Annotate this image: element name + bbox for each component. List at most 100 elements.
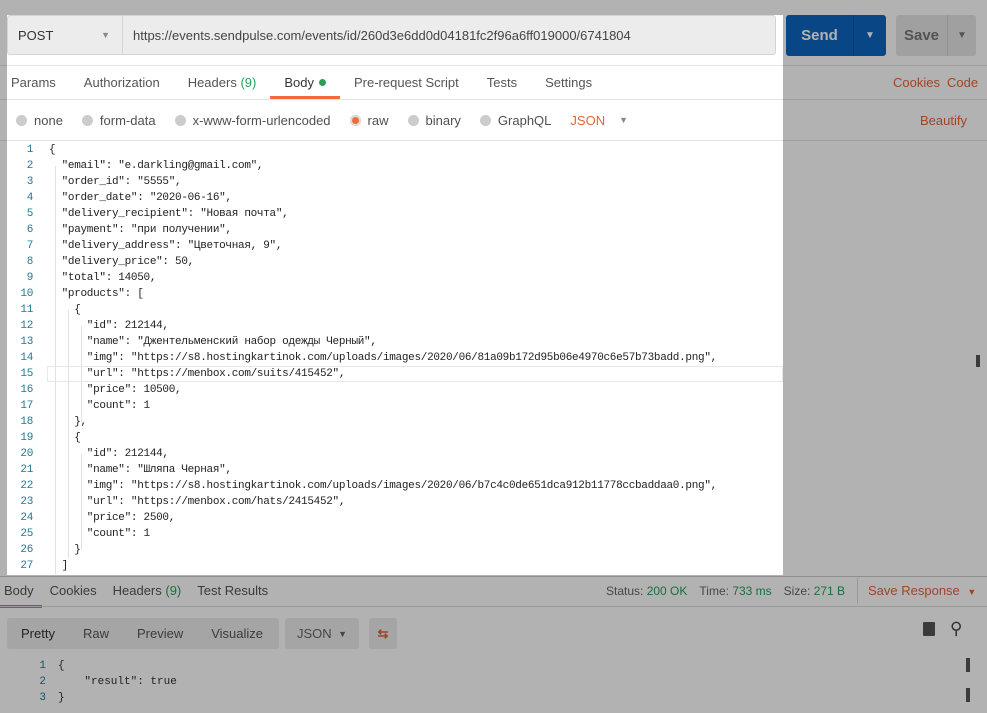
- radio-selected-icon: [349, 114, 361, 126]
- line-number: 16: [20, 384, 33, 396]
- line-number: 7: [26, 240, 34, 252]
- code-line: 1{: [7, 142, 783, 158]
- dim-overlay: [0, 15, 7, 575]
- tab-settings[interactable]: Settings: [531, 66, 606, 99]
- code-text: "count": 1: [49, 528, 150, 540]
- code-text: "img": "https://s8.hostingkartinok.com/u…: [49, 352, 717, 364]
- radio-label: none: [34, 112, 63, 128]
- code-text: "price": 10500,: [49, 384, 182, 396]
- line-number: 2: [26, 160, 34, 172]
- radio-form-data[interactable]: form-data: [81, 112, 156, 128]
- radio-icon: [81, 114, 93, 126]
- radio-icon: [16, 114, 27, 126]
- code-line: 12 "id": 212144,: [7, 318, 783, 334]
- tab-label: Pre-request Script: [353, 75, 459, 90]
- tab-body[interactable]: Body: [270, 66, 340, 99]
- tab-authorization[interactable]: Authorization: [70, 66, 174, 99]
- code-line: 24 "price": 2500,: [7, 510, 783, 526]
- code-text: "count": 1: [49, 400, 150, 412]
- radio-label: GraphQL: [497, 112, 552, 128]
- code-line: 19 {: [7, 430, 783, 446]
- line-number: 14: [20, 352, 33, 364]
- request-body-editor[interactable]: 1{2 "email": "e.darkling@gmail.com", 3 "o…: [7, 141, 783, 575]
- code-line: 25 "count": 1: [7, 526, 783, 542]
- code-line: 18 },: [7, 414, 783, 430]
- code-line: 3 "order_id": "5555",: [7, 174, 783, 190]
- radio-label: form-data: [99, 112, 156, 128]
- line-number: 15: [20, 368, 33, 380]
- code-text: },: [49, 416, 87, 428]
- code-text: "name": "Джентельменский набор одежды Че…: [49, 336, 377, 348]
- code-text: "delivery_price": 50,: [49, 256, 195, 268]
- line-number: 8: [26, 256, 34, 268]
- method-select[interactable]: POST ▼: [8, 16, 123, 54]
- tab-pre-request-script[interactable]: Pre-request Script: [340, 66, 473, 99]
- code-line: 16 "price": 10500,: [7, 382, 783, 398]
- code-text: "id": 212144,: [49, 448, 169, 460]
- code-line: 23 "url": "https://menbox.com/hats/24154…: [7, 494, 783, 510]
- line-number: 9: [26, 272, 34, 284]
- line-number: 27: [20, 560, 33, 572]
- tab-label: Params: [11, 75, 56, 90]
- code-text: {: [58, 660, 65, 672]
- code-line: 27 ]: [7, 558, 783, 574]
- code-text: "payment": "при получении",: [49, 224, 232, 236]
- dim-overlay: [0, 575, 987, 713]
- code-line: 4 "order_date": "2020-06-16",: [7, 190, 783, 206]
- radio-label: x-www-form-urlencoded: [192, 112, 331, 128]
- line-number: 11: [20, 304, 33, 316]
- url-input[interactable]: https://events.sendpulse.com/events/id/2…: [123, 28, 631, 43]
- tab-label: Settings: [545, 75, 593, 90]
- code-text: {: [49, 304, 81, 316]
- code-text: "products": [: [49, 288, 144, 300]
- radio-x-www-form-urlencoded[interactable]: x-www-form-urlencoded: [174, 112, 331, 128]
- line-number: 22: [20, 480, 33, 492]
- radio-none[interactable]: none: [16, 113, 63, 128]
- raw-format-select[interactable]: JSON ▼: [570, 113, 628, 128]
- tab-headers[interactable]: Headers (9): [174, 66, 271, 99]
- line-number: 1: [26, 144, 34, 156]
- code-line: 13 "name": "Джентельменский набор одежды…: [7, 334, 783, 350]
- tab-params[interactable]: Params: [0, 66, 70, 99]
- code-text: {: [49, 144, 56, 156]
- line-number: 23: [20, 496, 33, 508]
- code-text: "delivery_address": "Цветочная, 9",: [49, 240, 283, 252]
- code-line: 6 "payment": "при получении",: [7, 222, 783, 238]
- headers-count: (9): [240, 75, 257, 90]
- line-number: 4: [26, 192, 34, 204]
- tab-label: Authorization: [83, 75, 160, 90]
- code-line: 10 "products": [: [7, 286, 783, 302]
- code-line: 7 "delivery_address": "Цветочная, 9",: [7, 238, 783, 254]
- code-line: 22 "img": "https://s8.hostingkartinok.co…: [7, 478, 783, 494]
- code-line: 8 "delivery_price": 50,: [7, 254, 783, 270]
- line-number: 26: [20, 544, 33, 556]
- code-line: 20 "id": 212144,: [7, 446, 783, 462]
- code-line: 14 "img": "https://s8.hostingkartinok.co…: [7, 350, 783, 366]
- code-text: {: [49, 432, 81, 444]
- request-bar: POST ▼ https://events.sendpulse.com/event…: [7, 15, 776, 55]
- code-text: "result": true: [58, 676, 177, 688]
- raw-format-value: JSON: [570, 112, 606, 128]
- body-type-radios: none form-data x-www-form-urlencoded raw…: [16, 110, 647, 130]
- chevron-down-icon: ▼: [619, 115, 628, 125]
- code-text: }: [58, 692, 65, 704]
- radio-raw[interactable]: raw: [349, 112, 389, 128]
- code-text: "url": "https://menbox.com/hats/2415452"…: [49, 496, 346, 508]
- code-text: }: [49, 544, 81, 556]
- code-text: "name": "Шляпа Черная",: [49, 464, 232, 476]
- radio-label: raw: [367, 112, 389, 128]
- code-text: "img": "https://s8.hostingkartinok.com/u…: [49, 480, 717, 492]
- radio-binary[interactable]: binary: [407, 113, 461, 128]
- code-text: ]: [49, 560, 69, 572]
- code-text: "order_id": "5555",: [49, 176, 182, 188]
- code-text: "id": 212144,: [49, 320, 169, 332]
- line-number: 3: [26, 176, 34, 188]
- radio-graphql[interactable]: GraphQL: [479, 112, 552, 128]
- code-text: "url": "https://menbox.com/suits/415452"…: [49, 368, 346, 380]
- code-line: 17 "count": 1: [7, 398, 783, 414]
- method-value: POST: [18, 27, 54, 43]
- radio-icon: [407, 114, 419, 126]
- line-number: 25: [20, 528, 33, 540]
- tab-tests[interactable]: Tests: [473, 66, 531, 99]
- dim-overlay: [783, 15, 987, 575]
